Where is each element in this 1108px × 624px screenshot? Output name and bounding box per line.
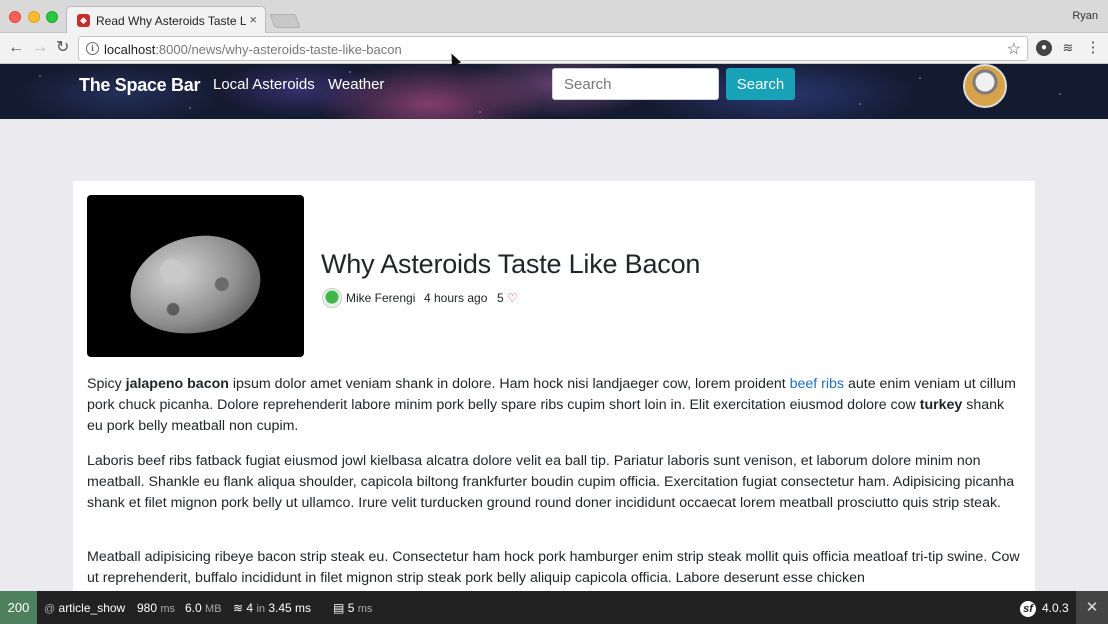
article-title: Why Asteroids Taste Like Bacon — [321, 249, 701, 279]
address-bar[interactable]: i localhost:8000/news/why-asteroids-tast… — [78, 36, 1028, 61]
article-paragraph-3: Meatball adipisicing ribeye bacon strip … — [87, 549, 1020, 586]
user-avatar[interactable] — [963, 64, 1007, 108]
close-toolbar-icon[interactable]: ✕ — [1076, 591, 1108, 624]
memory-unit: MB — [205, 603, 222, 615]
reload-icon[interactable]: ↻ — [56, 38, 69, 58]
minimize-window-button[interactable] — [28, 11, 40, 23]
db-time: 3.45 ms — [268, 601, 312, 615]
url-host: localhost — [104, 42, 156, 57]
tab-close-icon[interactable]: × — [249, 12, 257, 27]
nav-local-asteroids[interactable]: Local Asteroids — [213, 76, 315, 93]
browser-toolbar: ← → ↻ i localhost:8000/news/why-asteroid… — [0, 33, 1108, 64]
browser-tab-active[interactable]: ◆ Read Why Asteroids Taste Like Bacon × — [66, 6, 266, 34]
db-in: in — [256, 603, 265, 615]
url-text[interactable]: localhost:8000/news/why-asteroids-taste-… — [104, 42, 402, 57]
database-icon: ≋ — [233, 601, 244, 615]
time-value: 980 — [137, 601, 158, 615]
heart-icon[interactable]: ♡ — [507, 291, 518, 305]
debug-toolbar: 200 @ article_show 980 ms 6.0 MB ≋ 4 in … — [0, 591, 1108, 624]
site-brand[interactable]: The Space Bar — [79, 75, 200, 96]
heart-count-value: 5 — [497, 291, 504, 305]
nav-weather[interactable]: Weather — [328, 76, 384, 93]
article-card: Why Asteroids Taste Like Bacon Mike Fere… — [73, 181, 1035, 601]
new-tab-button[interactable] — [269, 14, 301, 28]
at-icon: @ — [44, 603, 56, 615]
favicon-icon: ◆ — [77, 14, 90, 27]
forward-arrow-icon[interactable]: → — [32, 38, 48, 58]
profile-name[interactable]: Ryan — [1072, 10, 1098, 22]
p1-text-a: Spicy — [87, 376, 126, 392]
time-panel[interactable]: 980 ms — [137, 601, 175, 615]
maximize-window-button[interactable] — [46, 11, 58, 23]
beef-ribs-link[interactable]: beef ribs — [790, 376, 844, 392]
route-panel[interactable]: @ article_show — [44, 601, 125, 615]
article-image — [87, 195, 304, 357]
url-path: :8000/news/why-asteroids-taste-like-baco… — [155, 42, 402, 57]
memory-value: 6.0 — [185, 601, 202, 615]
db-queries: 4 — [246, 601, 254, 615]
symfony-version: 4.0.3 — [1042, 601, 1069, 616]
close-window-button[interactable] — [9, 11, 21, 23]
status-code-badge[interactable]: 200 — [0, 591, 37, 624]
published-time: 4 hours ago — [424, 291, 488, 305]
site-navbar: The Space Bar Local Asteroids Weather Se… — [0, 64, 1108, 119]
symfony-version-panel[interactable]: sf 4.0.3 — [1020, 601, 1069, 617]
layers-extension-icon[interactable]: ≋ — [1060, 40, 1076, 56]
bookmark-star-icon[interactable]: ☆ — [1007, 39, 1021, 59]
cache-icon: ▤ — [333, 601, 345, 615]
database-panel[interactable]: ≋ 4 in 3.45 ms — [233, 601, 311, 615]
cache-time: 5 — [347, 601, 355, 615]
route-name: article_show — [58, 601, 126, 615]
tab-title: Read Why Asteroids Taste Like Bacon — [96, 14, 246, 28]
p1-bold-a: jalapeno bacon — [125, 376, 229, 392]
search-button[interactable]: Search — [726, 68, 795, 100]
p1-bold-b: turkey — [919, 397, 963, 413]
asteroid-illustration — [120, 224, 270, 346]
p1-text-b: ipsum dolor amet veniam shank in dolore.… — [228, 376, 790, 392]
memory-panel[interactable]: 6.0 MB — [185, 601, 222, 615]
time-unit: ms — [160, 603, 176, 615]
search-input[interactable] — [552, 68, 719, 100]
browser-titlebar: ◆ Read Why Asteroids Taste Like Bacon × … — [0, 0, 1108, 34]
article-paragraph-1: Spicy jalapeno bacon ipsum dolor amet ve… — [87, 374, 1023, 437]
cache-unit: ms — [357, 603, 373, 615]
back-arrow-icon[interactable]: ← — [8, 38, 24, 58]
article-paragraph-2: Laboris beef ribs fatback fugiat eiusmod… — [87, 453, 1015, 511]
author-avatar — [322, 288, 342, 308]
info-icon[interactable]: i — [86, 42, 99, 55]
extension-icon[interactable]: ● — [1036, 40, 1052, 56]
cache-panel[interactable]: ▤ 5 ms — [333, 601, 372, 615]
menu-kebab-icon[interactable]: ⋮ — [1085, 40, 1101, 56]
symfony-logo-icon: sf — [1020, 601, 1036, 617]
heart-count[interactable]: 5 ♡ — [497, 291, 518, 305]
author-name: Mike Ferengi — [346, 291, 416, 305]
